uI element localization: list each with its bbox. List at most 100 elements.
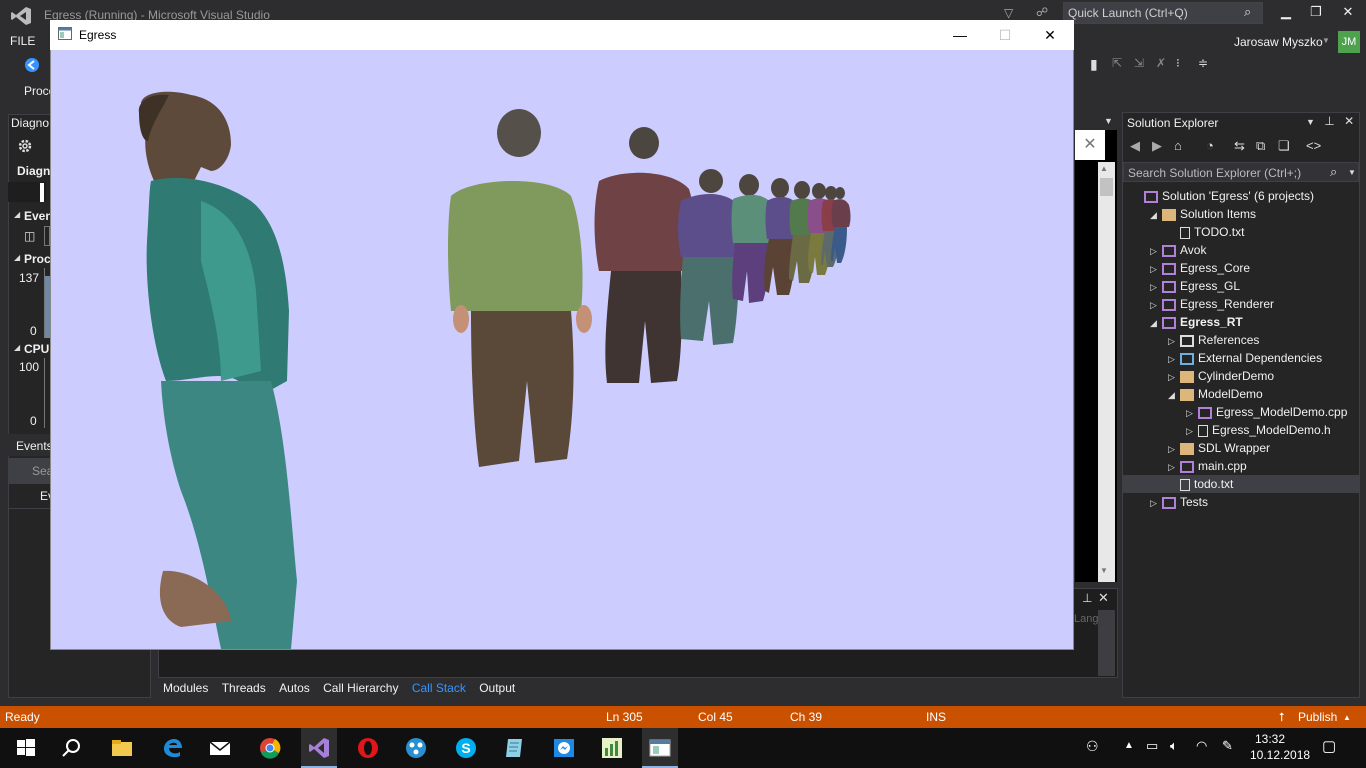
collapsed-chevron-icon[interactable]: ▷ [1168,336,1180,347]
tree-item[interactable]: ◢ Solution Items [1123,205,1359,223]
tree-item[interactable]: ▷ Egress_GL [1123,277,1359,295]
events-section-header[interactable]: Even [24,209,53,223]
notepad-icon[interactable] [502,736,526,760]
bookmark-prev-icon[interactable]: ⇱ [1112,56,1122,70]
timeline-marker[interactable] [40,183,44,202]
battery-icon[interactable]: ▭ [1146,738,1158,754]
output-scrollbar[interactable] [1098,610,1115,676]
file-explorer-icon[interactable] [110,736,134,760]
bookmark-next-icon[interactable]: ⇲ [1134,56,1144,70]
volume-icon[interactable]: 🔈︎ [1170,738,1178,754]
egress-minimize-button[interactable]: — [937,20,983,50]
expanded-chevron-icon[interactable]: ◢ [1150,210,1162,221]
back-arrow-icon[interactable] [24,57,40,73]
back-icon[interactable]: ◀ [1130,138,1140,154]
chevron-down-icon[interactable]: ▼ [1322,36,1330,45]
egress-maximize-button[interactable]: ☐ [982,20,1028,50]
chevron-up-icon[interactable]: ▲ [1343,713,1351,722]
tree-item[interactable]: ▷ Tests [1123,493,1359,511]
tree-item[interactable]: ▷ Egress_ModelDemo.h [1123,421,1359,439]
quick-launch-input[interactable]: Quick Launch (Ctrl+Q) [1063,2,1263,24]
diagnostic-session-tab[interactable]: Diagn [17,164,50,178]
collapsed-chevron-icon[interactable]: ▷ [1150,246,1162,257]
people-icon[interactable]: ⚇ [1086,738,1099,755]
avatar[interactable]: JM [1338,31,1360,53]
messenger-icon[interactable] [552,736,576,760]
collapse-icon[interactable]: ◢ [14,343,20,352]
start-icon[interactable] [14,736,38,760]
user-name[interactable]: Jarosaw Myszko [1234,35,1323,49]
system-clock[interactable]: 13:32 10.12.2018 [1250,731,1310,763]
tree-item[interactable]: todo.txt [1123,475,1359,493]
chart-app-icon[interactable] [600,736,624,760]
home-icon[interactable]: ⌂ [1174,138,1182,153]
search-icon[interactable] [60,736,84,760]
tree-item[interactable]: ▷ SDL Wrapper [1123,439,1359,457]
tab-threads[interactable]: Threads [217,678,271,698]
egress-close-button[interactable]: ✕ [1027,20,1073,50]
publish-button[interactable]: Publish [1298,710,1337,724]
pause-icon[interactable]: ◫ [24,229,35,243]
edge-icon[interactable] [160,736,184,760]
close-icon[interactable]: ✕ [1075,130,1105,160]
pending-changes-icon[interactable]: ◔ [1206,138,1214,153]
tab-call-stack[interactable]: Call Stack [407,678,471,698]
expanded-chevron-icon[interactable]: ◢ [1150,318,1162,329]
tree-item[interactable]: ▷ Egress_Renderer [1123,295,1359,313]
tree-item[interactable]: ▷ CylinderDemo [1123,367,1359,385]
solution-search-input[interactable]: Search Solution Explorer (Ctrl+;) [1123,162,1359,182]
events-tab[interactable]: Events [16,439,53,453]
tree-item[interactable]: ▷ main.cpp [1123,457,1359,475]
collapse-icon[interactable]: ◢ [14,253,20,262]
show-all-files-icon[interactable]: ❏ [1278,138,1290,154]
wifi-icon[interactable]: ◠ [1196,738,1207,754]
chevron-down-icon[interactable]: ▼ [1348,168,1356,177]
tree-item[interactable]: ◢ ModelDemo [1123,385,1359,403]
forward-icon[interactable]: ▶ [1152,138,1162,154]
tab-output[interactable]: Output [474,678,520,698]
close-icon[interactable]: ✕ [1098,590,1109,606]
app-icon[interactable] [404,736,428,760]
tab-modules[interactable]: Modules [158,678,213,698]
tab-call-hierarchy[interactable]: Call Hierarchy [318,678,403,698]
egress-app-icon[interactable] [648,736,672,760]
collapsed-chevron-icon[interactable]: ▷ [1150,300,1162,311]
chrome-icon[interactable] [258,736,282,760]
pin-icon[interactable]: ⊥ [1324,114,1334,128]
gear-icon[interactable] [16,137,34,155]
visual-studio-icon[interactable] [307,736,331,760]
overflow-icon[interactable]: ⁝ [1176,56,1180,70]
tab-autos[interactable]: Autos [274,678,315,698]
collapse-all-icon[interactable]: ⧉ [1256,138,1265,154]
publish-arrow-icon[interactable]: ⭡ [1279,710,1285,725]
chevron-down-icon[interactable]: ▼ [1306,117,1315,127]
tree-item[interactable]: TODO.txt [1123,223,1359,241]
feedback-icon[interactable]: ☍ [1036,5,1048,19]
vs-close-button[interactable]: ✕ [1334,4,1362,24]
vs-minimize-button[interactable]: ▁ [1272,4,1300,24]
collapsed-chevron-icon[interactable]: ▷ [1186,426,1198,437]
collapsed-chevron-icon[interactable]: ▷ [1168,462,1180,473]
process-memory-header[interactable]: Proc [24,252,51,266]
menu-file[interactable]: FILE [10,34,35,48]
mail-icon[interactable] [208,736,232,760]
vs-restore-button[interactable]: ❐ [1302,4,1330,24]
collapsed-chevron-icon[interactable]: ▷ [1150,264,1162,275]
search-icon[interactable]: ⌕ [1244,4,1251,20]
close-icon[interactable]: ✕ [1344,114,1354,128]
collapse-icon[interactable]: ◢ [14,210,20,219]
egress-title-bar[interactable] [50,20,1074,50]
tree-item[interactable]: ◢ Egress_RT [1123,313,1359,331]
tree-item[interactable]: ▷ Avok [1123,241,1359,259]
search-icon[interactable]: ⌕ [1330,164,1337,180]
collapsed-chevron-icon[interactable]: ▷ [1186,408,1198,419]
tree-item[interactable]: Solution 'Egress' (6 projects) [1123,187,1359,205]
customize-icon[interactable]: ≑ [1198,56,1208,70]
collapsed-chevron-icon[interactable]: ▷ [1150,282,1162,293]
editor-scrollbar[interactable]: ▲ ▼ [1098,162,1115,582]
filter-icon[interactable]: ▽ [1004,6,1013,20]
notification-icon[interactable]: ▢ [1322,737,1336,755]
chevron-up-icon[interactable]: ▲ [1124,740,1134,751]
tree-item[interactable]: ▷ Egress_Core [1123,259,1359,277]
egress-window[interactable] [50,20,1074,650]
